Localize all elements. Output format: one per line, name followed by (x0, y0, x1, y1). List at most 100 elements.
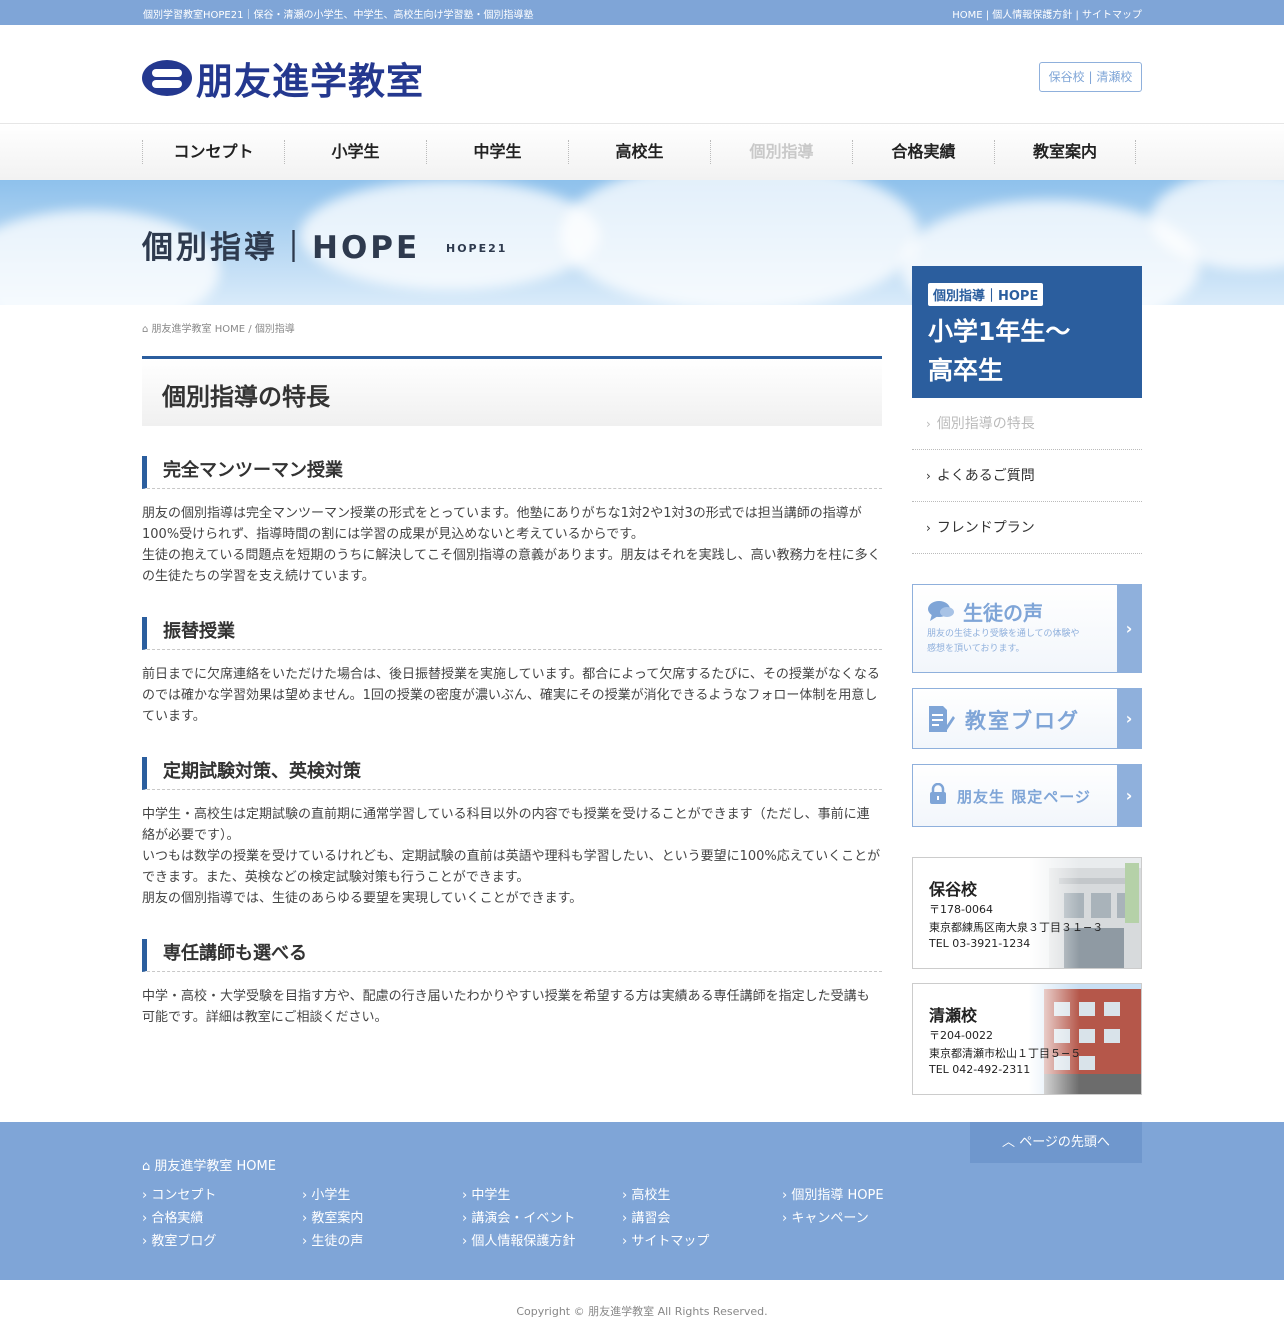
section-makeup-lessons: 振替授業 前日までに欠席連絡をいただけた場合は、後日振替授業を実施しています。都… (142, 617, 882, 727)
side-banner-line2: 高卒生 (928, 356, 1004, 385)
top-bar: 個別学習教室HOPE21｜保谷・清瀬の小学生、中学生、高校生向け学習塾・個別指導… (0, 0, 1284, 25)
school-building-photo (1029, 858, 1141, 968)
school-tel: TEL 042-492-2311 (929, 1063, 1031, 1076)
footer-link-sitemap[interactable]: › サイトマップ (622, 1230, 709, 1253)
nav-item-elementary[interactable]: 小学生 (284, 140, 426, 164)
chevron-right-icon: › (1117, 585, 1141, 672)
section-heading: 振替授業 (142, 617, 882, 650)
copyright: Copyright © 朋友進学教室 All Rights Reserved. (516, 1305, 768, 1318)
footer-link-label: 教室案内 (311, 1211, 364, 1226)
student-voice-button[interactable]: 生徒の声 朋友の生徒より受験を通しての体験や 感想を頂いております。 › (912, 584, 1142, 673)
section-text: 中学生・高校生は定期試験の直前期に通常学習している科目以外の内容でも授業を受ける… (142, 804, 882, 909)
chevron-right-icon: › (926, 521, 931, 535)
school-links: 保谷校 | 清瀬校 (1039, 62, 1142, 92)
page-top-button[interactable]: ︿ ページの先頭へ (970, 1122, 1142, 1163)
nav-item-concept[interactable]: コンセプト (142, 140, 284, 164)
school-card-hoya[interactable]: 保谷校 〒178-0064 東京都練馬区南大泉３丁目３１−３ TEL 03-39… (912, 857, 1142, 969)
footer-home-label: 朋友進学教室 HOME (154, 1159, 276, 1174)
side-nav-label: フレンドプラン (936, 520, 1035, 536)
footer-link-results[interactable]: › 合格実績 (142, 1207, 216, 1230)
footer-link-label: 中学生 (471, 1188, 511, 1203)
members-page-button[interactable]: 朋友生 限定ページ › (912, 764, 1142, 827)
footer-link-individual[interactable]: › 個別指導 HOPE (782, 1184, 884, 1207)
section-exam-prep: 定期試験対策、英検対策 中学生・高校生は定期試験の直前期に通常学習している科目以… (142, 757, 882, 909)
nav-item-high-school[interactable]: 高校生 (568, 140, 710, 164)
section-paragraph: 中学・高校・大学受験を目指す方や、配慮の行き届いたわかりやすい授業を希望する方は… (142, 989, 870, 1025)
footer-column: › 個別指導 HOPE › キャンペーン (782, 1184, 884, 1230)
chevron-right-icon: › (926, 469, 931, 483)
footer-home-link[interactable]: ⌂ 朋友進学教室 HOME (142, 1155, 276, 1174)
footer-column: › 中学生 › 講演会・イベント › 個人情報保護方針 (462, 1184, 575, 1253)
document-pen-icon (929, 706, 955, 732)
school-card-kiyose[interactable]: 清瀬校 〒204-0022 東京都清瀬市松山１丁目５−５ TEL 042-492… (912, 983, 1142, 1095)
breadcrumb-home[interactable]: 朋友進学教室 HOME (152, 324, 246, 335)
side-banner-tag: 個別指導｜HOPE (928, 283, 1044, 306)
nav-item-individual[interactable]: 個別指導 (710, 140, 852, 164)
footer-link-label: 講演会・イベント (471, 1211, 576, 1226)
footer-column: › 小学生 › 教室案内 › 生徒の声 (302, 1184, 363, 1253)
footer-link-blog[interactable]: › 教室ブログ (142, 1230, 216, 1253)
school-link-kiyose[interactable]: 清瀬校 (1096, 70, 1132, 84)
nav-item-junior-high[interactable]: 中学生 (426, 140, 568, 164)
footer-link-label: キャンペーン (791, 1211, 869, 1226)
footer-link-concept[interactable]: › コンセプト (142, 1184, 216, 1207)
breadcrumb-current: 個別指導 (254, 324, 295, 335)
footer-link-elementary[interactable]: › 小学生 (302, 1184, 363, 1207)
footer-link-label: 個別指導 HOPE (791, 1188, 884, 1203)
side-nav-friend-plan[interactable]: › フレンドプラン (912, 502, 1142, 554)
footer-link-label: サイトマップ (631, 1234, 710, 1249)
school-name: 清瀬校 (929, 1006, 978, 1025)
student-voice-desc: 朋友の生徒より受験を通しての体験や 感想を頂いております。 (927, 627, 1080, 657)
footer-link-privacy[interactable]: › 個人情報保護方針 (462, 1230, 575, 1253)
top-link-sitemap[interactable]: サイトマップ (1082, 10, 1142, 21)
section-one-on-one: 完全マンツーマン授業 朋友の個別指導は完全マンツーマン授業の形式をとっています。… (142, 456, 882, 587)
footer-column: › 高校生 › 講習会 › サイトマップ (622, 1184, 709, 1253)
side-nav-label: 個別指導の特長 (936, 416, 1035, 432)
nav-item-school-info[interactable]: 教室案内 (994, 140, 1136, 164)
footer-link-high-school[interactable]: › 高校生 (622, 1184, 709, 1207)
footer-column: › コンセプト › 合格実績 › 教室ブログ (142, 1184, 216, 1253)
site-tagline: 個別学習教室HOPE21｜保谷・清瀬の小学生、中学生、高校生向け学習塾・個別指導… (143, 10, 534, 21)
footer-link-label: 教室ブログ (151, 1234, 217, 1249)
footer-link-junior-high[interactable]: › 中学生 (462, 1184, 575, 1207)
footer-link-school-info[interactable]: › 教室案内 (302, 1207, 363, 1230)
blog-button[interactable]: 教室ブログ › (912, 688, 1142, 749)
side-banner-line1: 小学1年生〜 (928, 317, 1071, 346)
footer-link-campaign[interactable]: › キャンペーン (782, 1207, 884, 1230)
side-nav-label: よくあるご質問 (936, 468, 1035, 484)
chevron-right-icon: › (926, 417, 931, 431)
nav-item-results[interactable]: 合格実績 (852, 140, 994, 164)
section-paragraph: いつもは数学の授業を受けているけれども、定期試験の直前は英語や理科も学習したい、… (142, 849, 881, 885)
student-voice-desc-line: 感想を頂いております。 (927, 644, 1025, 654)
footer-link-seminar[interactable]: › 講習会 (622, 1207, 709, 1230)
speech-bubble-icon (928, 601, 954, 621)
school-link-hoya[interactable]: 保谷校 (1049, 70, 1085, 84)
footer: ︿ ページの先頭へ ⌂ 朋友進学教室 HOME › コンセプト › 合格実績 ›… (0, 1122, 1284, 1280)
footer-link-label: 小学生 (311, 1188, 351, 1203)
section-paragraph: 朋友の個別指導は完全マンツーマン授業の形式をとっています。他塾にありがちな1対2… (142, 506, 862, 542)
hero-subtitle: HOPE21 (446, 242, 508, 255)
home-icon: ⌂ (142, 1159, 155, 1174)
section-text: 前日までに欠席連絡をいただけた場合は、後日振替授業を実施しています。都合によって… (142, 664, 882, 727)
side-nav-features[interactable]: › 個別指導の特長 (912, 398, 1142, 450)
footer-link-voice[interactable]: › 生徒の声 (302, 1230, 363, 1253)
school-zip: 〒178-0064 (929, 903, 993, 916)
section-heading: 定期試験対策、英検対策 (142, 757, 882, 790)
school-building-photo (1029, 984, 1141, 1094)
footer-link-events[interactable]: › 講演会・イベント (462, 1207, 575, 1230)
section-dedicated-teacher: 専任講師も選べる 中学・高校・大学受験を目指す方や、配慮の行き届いたわかりやすい… (142, 939, 882, 1028)
section-text: 朋友の個別指導は完全マンツーマン授業の形式をとっています。他塾にありがちな1対2… (142, 503, 882, 587)
section-paragraph: 中学生・高校生は定期試験の直前期に通常学習している科目以外の内容でも授業を受ける… (142, 807, 870, 843)
header: 朋友進学教室 保谷校 | 清瀬校 (0, 25, 1284, 123)
section-text: 中学・高校・大学受験を目指す方や、配慮の行き届いたわかりやすい授業を希望する方は… (142, 986, 882, 1028)
section-heading: 完全マンツーマン授業 (142, 456, 882, 489)
top-link-home[interactable]: HOME (952, 10, 982, 21)
side-banner-text: 小学1年生〜 高卒生 (928, 312, 1070, 390)
school-zip: 〒204-0022 (929, 1029, 993, 1042)
top-link-privacy[interactable]: 個人情報保護方針 (992, 10, 1072, 21)
side-nav-faq[interactable]: › よくあるご質問 (912, 450, 1142, 502)
footer-link-label: 高校生 (631, 1188, 671, 1203)
site-logo[interactable]: 朋友進学教室 (142, 57, 424, 103)
logo-mark-icon (142, 60, 192, 96)
school-tel: TEL 03-3921-1234 (929, 937, 1031, 950)
